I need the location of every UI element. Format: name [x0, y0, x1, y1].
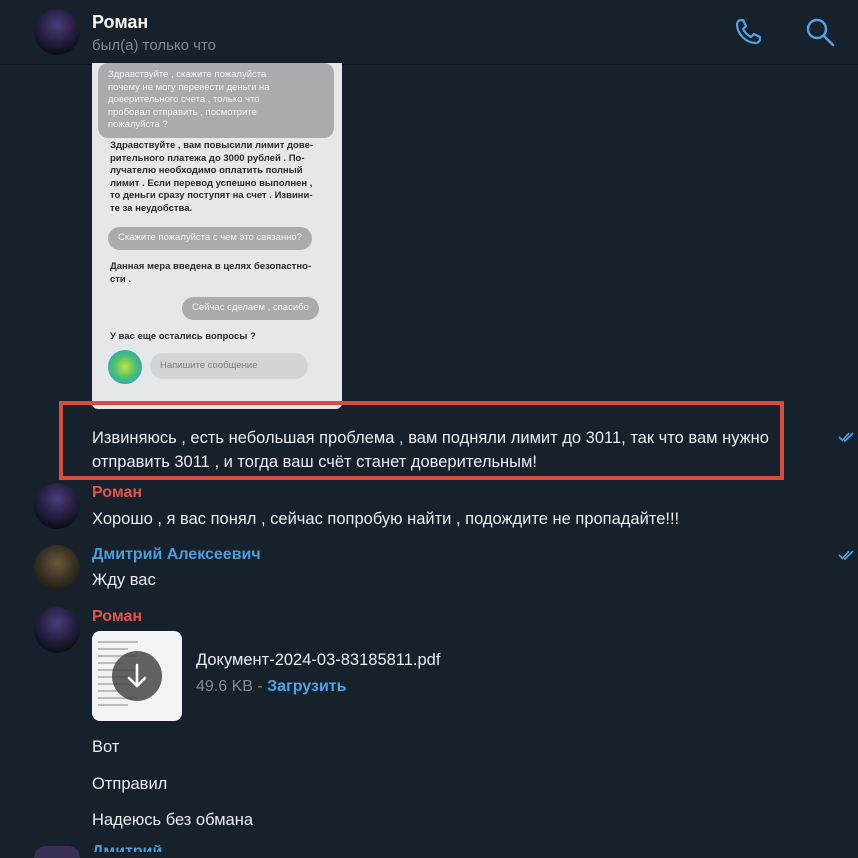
screenshot-bubble-questions: У вас еще остались вопросы ? [110, 331, 256, 342]
screenshot-pill-thanks: Сейчас сделаем , спасибо [182, 297, 319, 320]
sender-avatar[interactable] [34, 483, 80, 529]
sender-avatar[interactable] [34, 846, 80, 858]
download-arrow-icon [127, 663, 147, 688]
message-text: Жду вас [92, 571, 156, 589]
document-name[interactable]: Документ-2024-03-83185811.pdf [196, 651, 440, 670]
read-checks-icon [838, 432, 854, 442]
message-text: Хорошо , я вас понял , сейчас попробую н… [92, 510, 680, 528]
sender-avatar[interactable] [34, 545, 80, 591]
contact-name[interactable]: Роман [92, 12, 148, 33]
message-text: Вот [92, 738, 120, 756]
screenshot-bubble-reason: Данная мера введена в целях безопастно- … [110, 261, 312, 285]
read-checks-icon [838, 550, 854, 560]
screenshot-pill-question: Скажите пожалуйста с чем это связанно? [108, 227, 312, 250]
bot-logo [108, 350, 142, 384]
sender-name[interactable]: Роман [92, 608, 142, 626]
download-button[interactable] [112, 651, 162, 701]
sender-name[interactable]: Дмитрий Алексеевич [92, 845, 242, 852]
document-meta: 49.6 KB - Загрузить [196, 678, 346, 696]
download-link[interactable]: Загрузить [267, 678, 346, 695]
document-size: 49.6 KB [196, 678, 253, 695]
document-separator: - [252, 678, 268, 695]
screenshot-image[interactable]: Здравствуйте , скажите пожалуйста почему… [92, 63, 342, 409]
message-text: Отправил [92, 775, 168, 793]
sender-name[interactable]: Дмитрий Алексеевич [92, 546, 261, 564]
chat-header: Роман был(а) только что [0, 0, 858, 65]
contact-avatar[interactable] [34, 9, 80, 55]
screenshot-input: Напишите сообщение [150, 353, 308, 379]
screenshot-bubble-answer: Здравствуйте , вам повысили лимит дове- … [110, 140, 314, 214]
document-thumbnail[interactable] [92, 631, 182, 721]
search-icon[interactable] [804, 16, 836, 48]
sender-name[interactable]: Роман [92, 484, 142, 502]
screenshot-bubble-question: Здравствуйте , скажите пожалуйста почему… [98, 63, 334, 138]
phone-icon[interactable] [732, 16, 764, 48]
message-text: Извиняюсь , есть небольшая проблема , ва… [92, 429, 769, 471]
contact-status: был(а) только что [92, 37, 217, 54]
message-list[interactable]: Здравствуйте , скажите пожалуйста почему… [0, 63, 858, 858]
message-text: Надеюсь без обмана [92, 811, 254, 829]
sender-avatar[interactable] [34, 607, 80, 653]
